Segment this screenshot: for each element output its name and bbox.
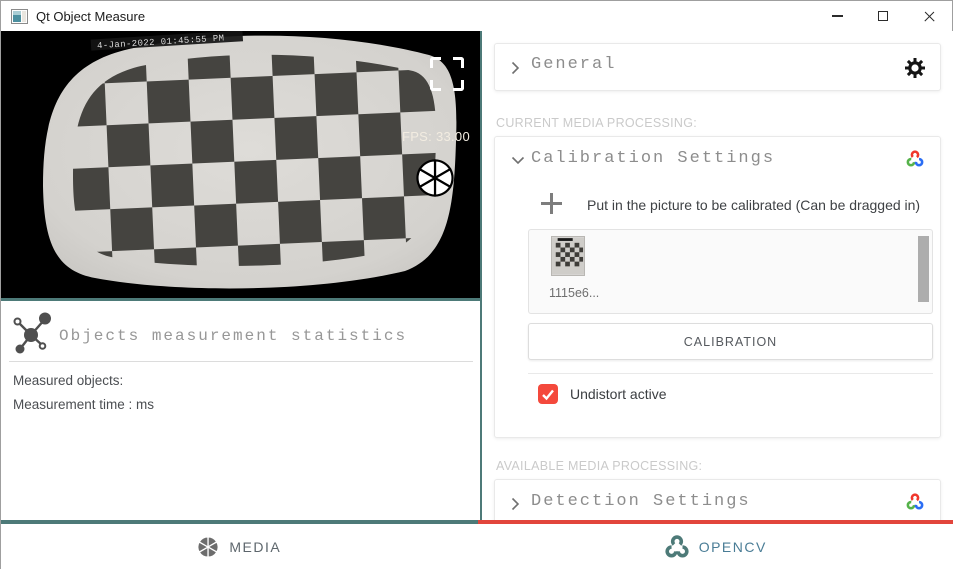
- thumbnail-name: 1115e6...: [549, 286, 600, 300]
- shutter-icon[interactable]: [416, 159, 454, 197]
- tab-media-label: MEDIA: [229, 539, 282, 555]
- minimize-button[interactable]: [814, 1, 860, 31]
- camera-frame: 4-Jan-2022 01:45:55 PM: [1, 31, 480, 298]
- detection-section-header[interactable]: Detection Settings: [494, 479, 941, 520]
- general-label: General: [531, 55, 617, 74]
- list-item[interactable]: 1115e6...: [549, 236, 669, 308]
- chevron-down-icon: [511, 156, 525, 165]
- calibration-section: Calibration Settings Put in the picture …: [494, 136, 941, 438]
- general-section-header[interactable]: General: [494, 43, 941, 91]
- detection-label: Detection Settings: [531, 492, 751, 511]
- settings-pane: General CURRENT MEDIA PROCESSING: Calibr…: [482, 31, 953, 520]
- shutter-icon: [197, 536, 220, 558]
- measurement-time-label: Measurement time : ms: [13, 397, 155, 412]
- window-controls: [814, 1, 952, 31]
- maximize-icon: [878, 11, 888, 21]
- undistort-label: Undistort active: [570, 386, 667, 402]
- calibration-label: Calibration Settings: [531, 149, 776, 168]
- calibration-section-header[interactable]: Calibration Settings: [495, 137, 940, 181]
- opencv-logo: [906, 150, 924, 167]
- tab-opencv-label: OPENCV: [698, 539, 767, 555]
- minimize-icon: [831, 15, 843, 17]
- chevron-right-icon: [511, 61, 520, 75]
- close-button[interactable]: [906, 1, 952, 31]
- calibration-thumbnail: [551, 236, 585, 276]
- opencv-logo: [906, 493, 924, 510]
- fps-label: FPS: 33.00: [401, 129, 470, 144]
- gear-icon[interactable]: [904, 57, 926, 79]
- stats-title: Objects measurement statistics: [59, 327, 408, 345]
- undistort-checkbox[interactable]: [538, 384, 558, 404]
- left-pane: 4-Jan-2022 01:45:55 PM FPS: 33.00 Object…: [1, 31, 480, 520]
- current-media-label: CURRENT MEDIA PROCESSING:: [496, 116, 698, 130]
- opencv-logo: [665, 535, 689, 558]
- calibration-button[interactable]: CALIBRATION: [528, 323, 933, 360]
- fullscreen-icon[interactable]: [430, 57, 464, 91]
- calibration-divider: [528, 373, 933, 374]
- title-bar: Qt Object Measure: [1, 1, 952, 31]
- app-icon: [11, 8, 28, 24]
- stats-divider: [9, 361, 473, 362]
- measured-objects-label: Measured objects:: [13, 373, 124, 388]
- measurement-stats-panel: Objects measurement statistics Measured …: [1, 301, 480, 520]
- plus-icon: [541, 193, 562, 214]
- tab-media[interactable]: MEDIA: [1, 520, 478, 569]
- maximize-button[interactable]: [860, 1, 906, 31]
- tab-opencv[interactable]: OPENCV: [477, 520, 953, 569]
- app-window: Qt Object Measure 4-Jan-2022 01:45:55 PM…: [0, 0, 953, 569]
- window-title: Qt Object Measure: [36, 8, 146, 24]
- calibration-image-list[interactable]: 1115e6...: [528, 229, 933, 314]
- molecule-icon: [13, 312, 51, 354]
- main-area: 4-Jan-2022 01:45:55 PM FPS: 33.00 Object…: [1, 31, 953, 520]
- available-media-label: AVAILABLE MEDIA PROCESSING:: [496, 459, 703, 473]
- close-icon: [923, 10, 936, 23]
- drop-hint-label: Put in the picture to be calibrated (Can…: [587, 197, 921, 213]
- undistort-row: Undistort active: [538, 384, 666, 404]
- add-image-dropzone[interactable]: Put in the picture to be calibrated (Can…: [495, 185, 940, 225]
- bottom-tab-bar: MEDIA OPENCV: [1, 520, 953, 569]
- chevron-right-icon: [511, 497, 520, 511]
- list-scrollbar[interactable]: [918, 236, 929, 302]
- check-icon: [542, 389, 554, 400]
- camera-view[interactable]: 4-Jan-2022 01:45:55 PM FPS: 33.00: [1, 31, 480, 298]
